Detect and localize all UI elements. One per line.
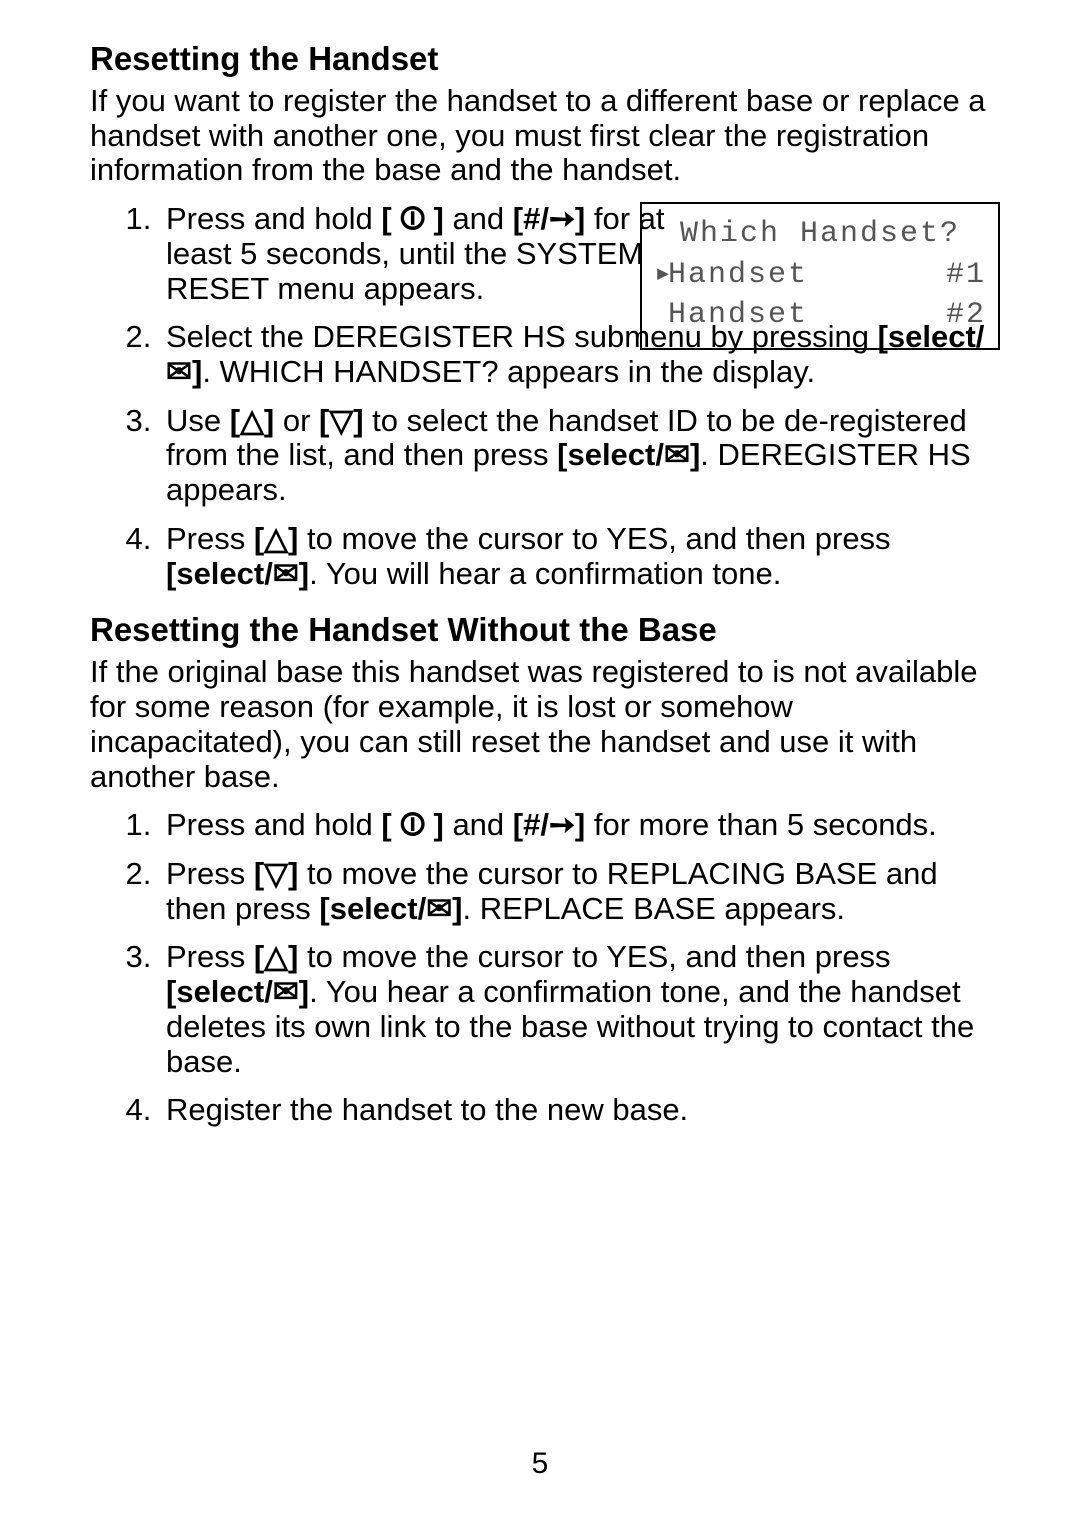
lcd-screenshot: Which Handset? ▸Handset #1 Handset #2 <box>640 202 1000 350</box>
lcd-row-1: ▸Handset #1 <box>654 255 986 296</box>
hash-right-key-icon: [#/➙] <box>513 201 585 236</box>
intro-paragraph-2: If the original base this handset was re… <box>90 655 1000 794</box>
heading-resetting-without-base: Resetting the Handset Without the Base <box>90 611 1000 649</box>
text: Press <box>166 521 254 556</box>
hash-right-key-icon: [#/➙] <box>513 807 585 842</box>
select-key-icon: [select/✉] <box>166 556 309 591</box>
down-key-icon: [▽] <box>254 856 299 891</box>
step-2-4: Register the handset to the new base. <box>160 1093 1000 1128</box>
lcd-row-value: #2 <box>946 295 986 336</box>
text: . REPLACE BASE appears. <box>463 891 846 926</box>
text: Press and hold <box>166 201 381 236</box>
up-key-icon: [△] <box>254 521 299 556</box>
lcd-cursor-spacer <box>654 295 668 336</box>
text: Press <box>166 856 254 891</box>
end-key-icon: [ ⏼ ] <box>381 807 443 842</box>
text: for more than 5 seconds. <box>585 807 937 842</box>
text: and <box>444 201 513 236</box>
step-2-3: Press [△] to move the cursor to YES, and… <box>160 940 1000 1079</box>
end-key-icon: [ ⏼ ] <box>381 201 443 236</box>
text: . You will hear a confirmation tone. <box>309 556 781 591</box>
lcd-cursor-icon: ▸ <box>654 255 668 296</box>
text: . WHICH HANDSET? appears in the display. <box>202 354 815 389</box>
text: Press <box>166 939 254 974</box>
up-key-icon: [△] <box>254 939 299 974</box>
select-key-icon: [select/✉] <box>557 437 700 472</box>
step-1-3: Use [△] or [▽] to select the handset ID … <box>160 404 1000 508</box>
lcd-row-label: Handset <box>668 258 808 292</box>
text: or <box>274 403 319 438</box>
text: and <box>444 807 513 842</box>
steps-list-2: Press and hold [ ⏼ ] and [#/➙] for more … <box>90 808 1000 1128</box>
lcd-row-label: Handset <box>668 298 808 332</box>
step-2-1: Press and hold [ ⏼ ] and [#/➙] for more … <box>160 808 1000 843</box>
text: Use <box>166 403 230 438</box>
up-key-icon: [△] <box>230 403 275 438</box>
text: to move the cursor to YES, and then pres… <box>298 939 890 974</box>
text: to move the cursor to YES, and then pres… <box>298 521 890 556</box>
step1-with-lcd: Press and hold [ ⏼ ] and [#/➙] for at le… <box>90 202 1000 591</box>
intro-paragraph-1: If you want to register the handset to a… <box>90 84 1000 188</box>
step-1-4: Press [△] to move the cursor to YES, and… <box>160 522 1000 591</box>
page-number: 5 <box>0 1447 1080 1481</box>
lcd-row-value: #1 <box>946 255 986 296</box>
select-key-icon: [select/✉] <box>319 891 462 926</box>
step-2-2: Press [▽] to move the cursor to REPLACIN… <box>160 857 1000 926</box>
lcd-row-2: Handset #2 <box>654 295 986 336</box>
text: Press and hold <box>166 807 381 842</box>
heading-resetting-handset: Resetting the Handset <box>90 40 1000 78</box>
lcd-title: Which Handset? <box>654 214 986 255</box>
select-key-icon: [select/✉] <box>166 974 309 1009</box>
down-key-icon: [▽] <box>319 403 364 438</box>
document-page: Resetting the Handset If you want to reg… <box>0 0 1080 1521</box>
